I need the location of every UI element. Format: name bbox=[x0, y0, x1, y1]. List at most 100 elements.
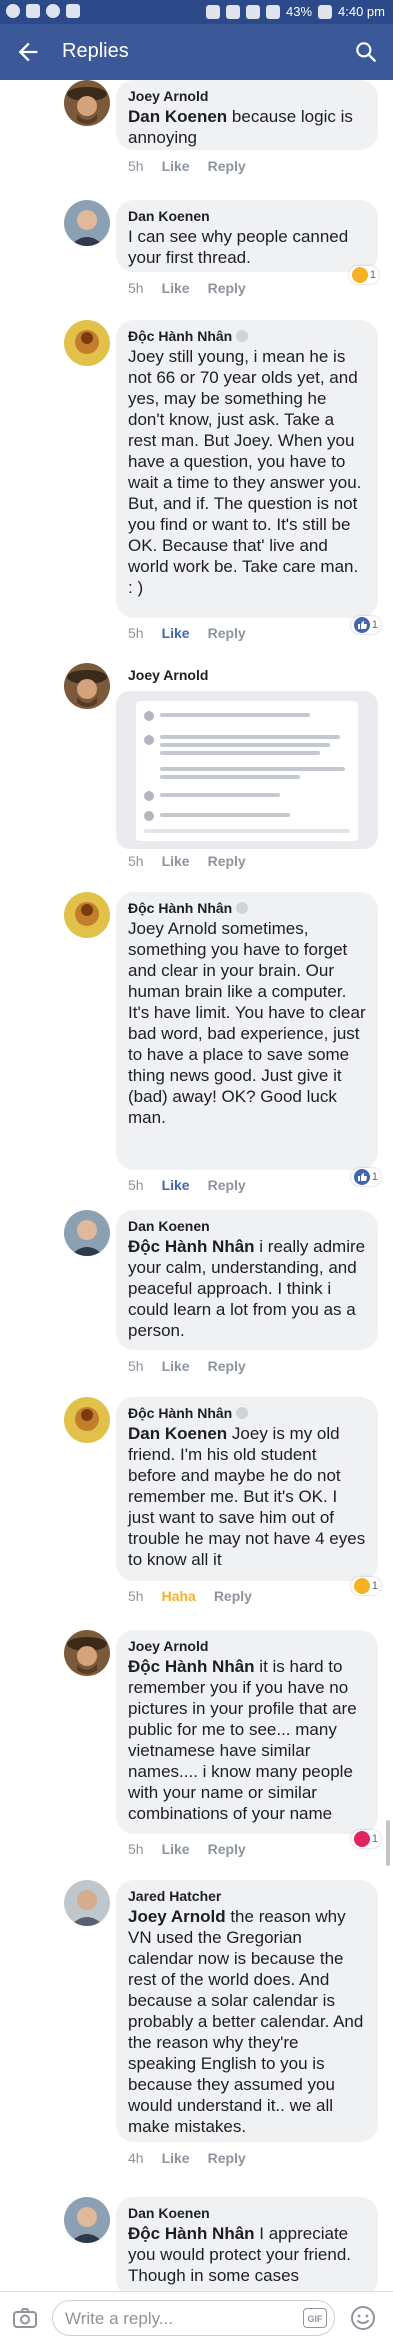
comment-bubble[interactable]: Độc Hành Nhân Dan Koenen Joey is my old … bbox=[116, 1397, 378, 1581]
avatar[interactable] bbox=[64, 320, 110, 366]
badge-icon bbox=[236, 902, 249, 914]
mention-link[interactable]: Độc Hành Nhân bbox=[128, 2224, 255, 2243]
comment-author[interactable]: Joey Arnold bbox=[128, 1638, 366, 1654]
notification-icon bbox=[46, 4, 60, 18]
screenshot-image bbox=[136, 701, 358, 841]
comment-actions: 5h Like Reply bbox=[128, 853, 246, 869]
comment-author[interactable]: Dan Koenen bbox=[128, 2205, 366, 2221]
comment-bubble[interactable]: Dan Koenen Độc Hành Nhân i really admire… bbox=[116, 1210, 378, 1350]
like-button[interactable]: Like bbox=[162, 280, 190, 296]
reply-button[interactable]: Reply bbox=[208, 158, 246, 174]
haha-emoji-icon bbox=[353, 1578, 370, 1594]
like-button[interactable]: Like bbox=[162, 158, 190, 174]
comment-time: 5h bbox=[128, 158, 144, 174]
comment-bubble[interactable]: Dan Koenen Độc Hành Nhân I appreciate yo… bbox=[116, 2197, 378, 2297]
page-title: Replies bbox=[62, 40, 129, 62]
comment-author[interactable]: Dan Koenen bbox=[128, 208, 366, 224]
camera-icon[interactable] bbox=[12, 2306, 38, 2330]
badge-icon bbox=[236, 330, 249, 342]
mention-link[interactable]: Độc Hành Nhân bbox=[128, 1237, 255, 1256]
notification-icon bbox=[26, 4, 40, 18]
like-button[interactable]: Like bbox=[162, 853, 190, 869]
avatar[interactable] bbox=[64, 200, 110, 246]
avatar[interactable] bbox=[64, 1397, 110, 1443]
app-bar: Replies bbox=[0, 24, 393, 80]
mention-link[interactable]: Độc Hành Nhân bbox=[128, 1657, 255, 1676]
like-button[interactable]: Like bbox=[162, 625, 190, 641]
comment-text: Joey still young, i mean he is not 66 or… bbox=[128, 347, 362, 597]
reply-button[interactable]: Reply bbox=[208, 625, 246, 641]
comment-time: 5h bbox=[128, 280, 144, 296]
avatar[interactable] bbox=[64, 1210, 110, 1256]
mention-link[interactable]: Dan Koenen bbox=[128, 107, 227, 126]
comment-bubble[interactable]: Jared Hatcher Joey Arnold the reason why… bbox=[116, 1880, 378, 2142]
battery-percent: 43% bbox=[285, 4, 313, 19]
comment-bubble[interactable]: Độc Hành Nhân Joey still young, i mean h… bbox=[116, 320, 378, 618]
reply-button[interactable]: Reply bbox=[208, 1177, 246, 1193]
comment-author[interactable]: Dan Koenen bbox=[128, 1218, 366, 1234]
comment-time: 5h bbox=[128, 1177, 144, 1193]
system-status: 43% 4:40 pm bbox=[205, 4, 385, 19]
search-icon[interactable] bbox=[353, 39, 379, 65]
comment-text: Độc Hành Nhân I appreciate you would pro… bbox=[128, 2224, 352, 2285]
mention-link[interactable]: Dan Koenen bbox=[128, 1424, 227, 1443]
reaction-badge[interactable]: 1 bbox=[350, 1577, 381, 1595]
comment-author[interactable]: Joey Arnold bbox=[128, 667, 208, 683]
comment-author[interactable]: Jared Hatcher bbox=[128, 1888, 366, 1904]
comment-time: 5h bbox=[128, 1588, 144, 1604]
avatar[interactable] bbox=[64, 2197, 110, 2243]
clock: 4:40 pm bbox=[338, 4, 385, 19]
comment-bubble[interactable]: Độc Hành Nhân Joey Arnold sometimes, som… bbox=[116, 892, 378, 1170]
reply-button[interactable]: Reply bbox=[214, 1588, 252, 1604]
reply-button[interactable]: Reply bbox=[208, 853, 246, 869]
reaction-badge[interactable]: 1 bbox=[350, 1168, 381, 1186]
like-button[interactable]: Like bbox=[162, 1358, 190, 1374]
comment-author[interactable]: Độc Hành Nhân bbox=[128, 900, 366, 916]
comment-actions: 4h Like Reply bbox=[128, 2150, 246, 2166]
signal-icon bbox=[265, 4, 280, 19]
scrollbar[interactable] bbox=[386, 1820, 390, 1866]
status-bar: 43% 4:40 pm bbox=[0, 0, 393, 24]
reaction-badge[interactable]: 1 bbox=[350, 1830, 381, 1848]
reply-button[interactable]: Reply bbox=[208, 1358, 246, 1374]
reply-button[interactable]: Reply bbox=[208, 2150, 246, 2166]
comment-bubble[interactable]: Joey Arnold Dan Koenen because logic is … bbox=[116, 80, 378, 150]
like-button[interactable]: Like bbox=[162, 1177, 190, 1193]
wifi-icon bbox=[245, 4, 260, 19]
avatar[interactable] bbox=[64, 1880, 110, 1926]
like-button[interactable]: Like bbox=[162, 1841, 190, 1857]
avatar[interactable] bbox=[64, 80, 110, 126]
attached-screenshot[interactable] bbox=[116, 691, 378, 849]
comment-author[interactable]: Độc Hành Nhân bbox=[128, 1405, 366, 1421]
avatar[interactable] bbox=[64, 663, 110, 709]
arrow-left-icon[interactable] bbox=[14, 38, 42, 66]
haha-button[interactable]: Haha bbox=[162, 1588, 196, 1604]
gif-button[interactable]: GIF bbox=[303, 2308, 327, 2328]
reaction-badge[interactable]: 1 bbox=[348, 266, 379, 284]
love-reaction-icon bbox=[353, 1831, 370, 1847]
reply-input[interactable]: Write a reply... bbox=[52, 2300, 335, 2336]
haha-emoji-icon bbox=[351, 267, 368, 283]
reply-button[interactable]: Reply bbox=[208, 1841, 246, 1857]
badge-icon bbox=[236, 1407, 249, 1419]
mention-link[interactable]: Joey Arnold bbox=[128, 1907, 226, 1926]
avatar[interactable] bbox=[64, 1630, 110, 1676]
like-button[interactable]: Like bbox=[162, 2150, 190, 2166]
comment-author[interactable]: Joey Arnold bbox=[128, 88, 366, 104]
comment-actions: 5h Like Reply bbox=[128, 1177, 246, 1193]
comment-text: Joey Arnold the reason why VN used the G… bbox=[128, 1907, 364, 2136]
bluetooth-icon bbox=[205, 4, 220, 19]
comment-text: Độc Hành Nhân it is hard to remember you… bbox=[128, 1657, 357, 1823]
reaction-badge[interactable]: 1 bbox=[350, 616, 381, 634]
reply-button[interactable]: Reply bbox=[208, 280, 246, 296]
notification-icon bbox=[6, 4, 20, 18]
emoji-icon[interactable] bbox=[350, 2305, 376, 2331]
battery-icon bbox=[318, 4, 333, 19]
comment-text: Joey Arnold sometimes, something you hav… bbox=[128, 919, 366, 1127]
comment-bubble[interactable]: Joey Arnold Độc Hành Nhân it is hard to … bbox=[116, 1630, 378, 1834]
avatar[interactable] bbox=[64, 892, 110, 938]
comment-author[interactable]: Độc Hành Nhân bbox=[128, 328, 366, 344]
comment-bubble[interactable]: Dan Koenen I can see why people canned y… bbox=[116, 200, 378, 272]
comment-time: 5h bbox=[128, 625, 144, 641]
comment-text: Độc Hành Nhân i really admire your calm,… bbox=[128, 1237, 366, 1340]
